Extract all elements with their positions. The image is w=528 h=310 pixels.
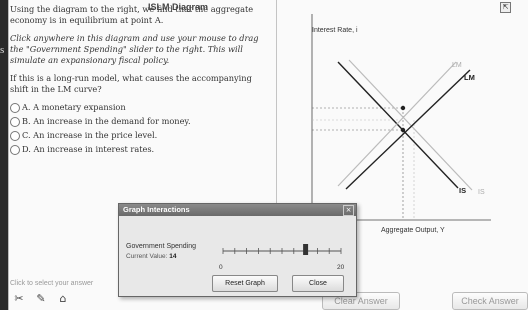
option-a[interactable]: A. A monetary expansion: [10, 102, 262, 113]
radio-c[interactable]: [10, 130, 20, 141]
equilibrium-point-a[interactable]: [400, 105, 406, 111]
option-c-label: C. An increase in the price level.: [22, 130, 158, 140]
graph-interactions-dialog: Graph Interactions × Government Spending…: [118, 203, 357, 297]
radio-b[interactable]: [10, 116, 20, 127]
question-prompt: If this is a long-run model, what causes…: [10, 73, 252, 94]
radio-a[interactable]: [10, 102, 20, 113]
lm-shifted-label: LM: [464, 73, 475, 82]
graph-title: ISLM Diagram: [148, 2, 209, 12]
option-d-label: D. An increase in interest rates.: [22, 144, 155, 154]
left-window-edge: s: [0, 0, 8, 310]
equilibrium-point-b[interactable]: [400, 127, 406, 133]
government-spending-slider[interactable]: [219, 239, 347, 263]
option-d[interactable]: D. An increase in interest rates.: [10, 144, 262, 155]
home-icon[interactable]: ⌂: [56, 293, 70, 305]
current-value-number: 14: [169, 253, 177, 260]
dialog-titlebar[interactable]: Graph Interactions ×: [119, 204, 356, 216]
slider-min-label: 0: [219, 264, 223, 271]
option-c[interactable]: C. An increase in the price level.: [10, 130, 262, 141]
is-initial-label: IS: [478, 189, 485, 196]
question-intro: Using the diagram to the right, we find …: [10, 4, 254, 25]
dialog-title: Graph Interactions: [123, 205, 190, 214]
reset-graph-button[interactable]: Reset Graph: [212, 275, 278, 292]
is-curve-shifted[interactable]: [337, 61, 459, 189]
y-axis-label: Interest Rate, i: [312, 27, 358, 34]
option-b[interactable]: B. An increase in the demand for money.: [10, 116, 262, 127]
check-answer-button[interactable]: Check Answer: [452, 292, 528, 310]
slider-label: Government Spending: [126, 243, 197, 250]
radio-d[interactable]: [10, 144, 20, 155]
is-shifted-label: IS: [459, 186, 466, 195]
x-axis-label: Aggregate Output, Y: [381, 227, 445, 234]
question-panel: Using the diagram to the right, we find …: [10, 4, 262, 158]
slider-handle[interactable]: [303, 244, 309, 255]
lm-initial-label: LM: [452, 62, 462, 69]
option-b-label: B. An increase in the demand for money.: [22, 116, 191, 126]
expand-graph-icon[interactable]: ⇱: [500, 2, 511, 13]
left-edge-fragment: s: [0, 44, 5, 56]
option-a-label: A. A monetary expansion: [22, 102, 126, 112]
lm-curve-shifted[interactable]: [345, 69, 471, 190]
current-value: Current Value: 14: [126, 253, 176, 260]
tool-bar: ✂ ✎ ⌂: [12, 293, 70, 305]
scissors-icon[interactable]: ✂: [12, 293, 26, 305]
question-instruction: Click anywhere in this diagram and use y…: [10, 33, 259, 65]
pencil-icon[interactable]: ✎: [34, 293, 48, 305]
slider-max-label: 20: [337, 264, 345, 271]
close-icon[interactable]: ×: [343, 205, 354, 216]
current-value-prefix: Current Value:: [126, 253, 168, 260]
close-button[interactable]: Close: [292, 275, 344, 292]
is-curve-initial: [348, 59, 473, 191]
answer-hint: Click to select your answer: [10, 280, 94, 287]
